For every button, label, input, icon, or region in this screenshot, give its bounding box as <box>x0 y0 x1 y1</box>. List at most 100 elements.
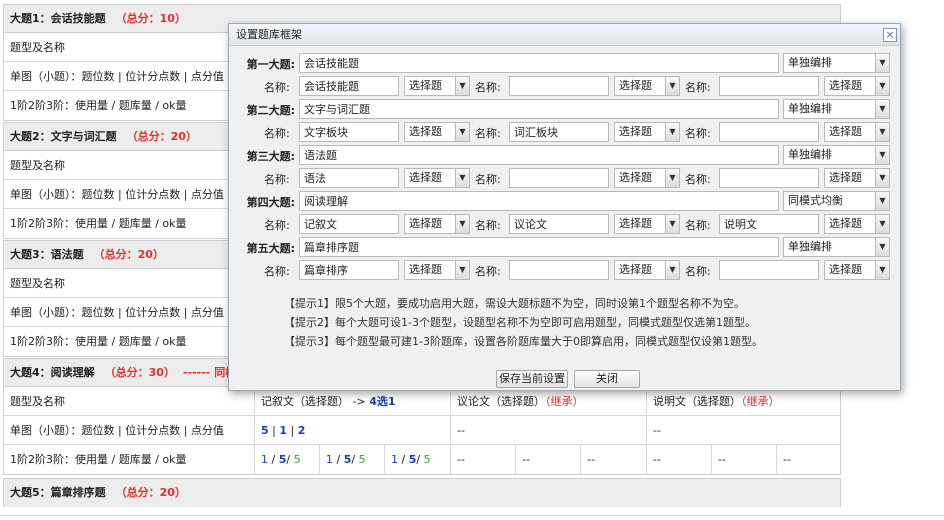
dash-cell: -- <box>580 445 595 474</box>
name-label: 名称: <box>685 265 711 278</box>
tip-2: 【提示2】每个大题可设1-3个题型，设题型名称不为空即可启用题型，同模式题型仅选… <box>284 316 756 329</box>
chevron-down-icon: ▼ <box>875 215 889 233</box>
usage-sep: / <box>401 453 406 466</box>
type-name-input[interactable] <box>299 168 399 188</box>
row-label: 1阶2阶3阶：使用量 / 题库量 / ok量 <box>10 335 187 348</box>
select-value: 选择题 <box>619 263 652 276</box>
name-label: 名称: <box>264 173 290 186</box>
type-name-input[interactable] <box>299 76 399 96</box>
row-label: 单图（小题）：题位数 | 位计分点数 | 点分值 <box>10 306 224 319</box>
section-title-input[interactable] <box>299 53 779 73</box>
chevron-down-icon: ▼ <box>875 77 889 95</box>
dash-cell: -- <box>776 445 791 474</box>
type-name-input[interactable] <box>719 168 819 188</box>
section-title-input[interactable] <box>299 191 779 211</box>
type-name-input[interactable] <box>509 76 609 96</box>
type-select[interactable]: 选择题 ▼ <box>824 122 890 142</box>
name-label: 名称: <box>685 81 711 94</box>
type-select[interactable]: 选择题 ▼ <box>824 214 890 234</box>
section-title: 大题2：文字与词汇题 <box>10 130 117 143</box>
mode-select[interactable]: 单独编排 ▼ <box>783 237 890 257</box>
type-name-input[interactable] <box>719 122 819 142</box>
chevron-down-icon: ▼ <box>455 261 469 279</box>
type-select[interactable]: 选择题 ▼ <box>404 76 470 96</box>
mode-select[interactable]: 同模式均衡 ▼ <box>783 191 890 211</box>
row-label: 单图（小题）：题位数 | 位计分点数 | 点分值 <box>10 70 224 83</box>
type-row-4: 名称: 选择题 ▼ 名称: 选择题 ▼ 名称: 选择题 ▼ <box>229 214 902 236</box>
type-name-input[interactable] <box>299 214 399 234</box>
type-select[interactable]: 选择题 ▼ <box>824 260 890 280</box>
type-name-input[interactable] <box>509 260 609 280</box>
select-value: 选择题 <box>829 217 862 230</box>
section-title-input[interactable] <box>299 99 779 119</box>
type-select[interactable]: 选择题 ▼ <box>614 260 680 280</box>
type-select[interactable]: 选择题 ▼ <box>404 168 470 188</box>
select-value: 单独编排 <box>788 148 832 161</box>
chevron-down-icon: ▼ <box>455 123 469 141</box>
type-name-input[interactable] <box>509 122 609 142</box>
type-row-3: 名称: 选择题 ▼ 名称: 选择题 ▼ 名称: 选择题 ▼ <box>229 168 902 190</box>
type-select[interactable]: 选择题 ▼ <box>404 214 470 234</box>
save-settings-button[interactable]: 保存当前设置 <box>496 370 568 388</box>
type-select[interactable]: 选择题 ▼ <box>824 168 890 188</box>
table-row: 1阶2阶3阶：使用量 / 题库量 / ok量 1 / 5/ 5 1 / 5/ 5… <box>4 445 840 474</box>
divider <box>0 515 944 516</box>
type3-header: 说明文（选择题）（继承） <box>646 387 780 416</box>
dash-cell: -- <box>450 416 465 445</box>
dialog-title-bar[interactable]: 设置题库框架 <box>229 24 900 46</box>
type-select[interactable]: 选择题 ▼ <box>404 122 470 142</box>
type-select[interactable]: 选择题 ▼ <box>404 260 470 280</box>
tips-block: 【提示1】限5个大题，要成功启用大题，需设大题标题不为空，同时设第1个题型名称不… <box>284 294 884 351</box>
type-select[interactable]: 选择题 ▼ <box>824 76 890 96</box>
dash-cell: -- <box>646 445 661 474</box>
type-select[interactable]: 选择题 ▼ <box>614 122 680 142</box>
select-value: 单独编排 <box>788 56 832 69</box>
mode-select[interactable]: 单独编排 ▼ <box>783 53 890 73</box>
select-value: 选择题 <box>619 217 652 230</box>
type-name-input[interactable] <box>299 122 399 142</box>
ok-value: 5 <box>358 453 366 466</box>
chevron-down-icon: ▼ <box>665 123 679 141</box>
row-label: 1阶2阶3阶：使用量 / 题库量 / ok量 <box>10 99 187 112</box>
type-select[interactable]: 选择题 ▼ <box>614 168 680 188</box>
section-title: 大题1：会话技能题 <box>10 12 106 25</box>
select-value: 选择题 <box>829 263 862 276</box>
section-total: （总分：20） <box>93 248 164 261</box>
type2-inherit: （继承） <box>545 395 584 408</box>
name-label: 名称: <box>475 265 501 278</box>
row-label: 1阶2阶3阶：使用量 / 题库量 / ok量 <box>10 453 187 466</box>
select-value: 选择题 <box>829 171 862 184</box>
close-button[interactable]: 关闭 <box>574 370 640 388</box>
type1-kind: （选择题） <box>294 395 349 408</box>
chevron-down-icon: ▼ <box>455 215 469 233</box>
section-title-row-4: 第四大题: 同模式均衡 ▼ <box>229 191 902 213</box>
ok-value: 5 <box>293 453 301 466</box>
section-title-input[interactable] <box>299 145 779 165</box>
mode-select[interactable]: 单独编排 ▼ <box>783 145 890 165</box>
type-name-input[interactable] <box>719 214 819 234</box>
type-name-input[interactable] <box>299 260 399 280</box>
chevron-down-icon: ▼ <box>455 169 469 187</box>
type3-name: 说明文 <box>653 395 686 408</box>
type-name-input[interactable] <box>509 214 609 234</box>
name-label: 名称: <box>685 219 711 232</box>
section-label: 第二大题: <box>246 104 295 117</box>
dash-cell: -- <box>515 445 530 474</box>
name-label: 名称: <box>685 127 711 140</box>
dash-cell: -- <box>450 445 465 474</box>
row-label: 1阶2阶3阶：使用量 / 题库量 / ok量 <box>10 217 187 230</box>
type-name-input[interactable] <box>719 260 819 280</box>
type-name-input[interactable] <box>509 168 609 188</box>
section-total: （总分：20） <box>126 130 197 143</box>
dash-cell: -- <box>711 445 726 474</box>
type-select[interactable]: 选择题 ▼ <box>614 76 680 96</box>
type-name-input[interactable] <box>719 76 819 96</box>
chevron-down-icon: ▼ <box>665 169 679 187</box>
close-icon[interactable]: × <box>883 28 897 42</box>
mode-select[interactable]: 单独编排 ▼ <box>783 99 890 119</box>
select-value: 选择题 <box>619 125 652 138</box>
type-select[interactable]: 选择题 ▼ <box>614 214 680 234</box>
select-value: 选择题 <box>619 79 652 92</box>
section-title-input[interactable] <box>299 237 779 257</box>
type1-header: 记叙文（选择题） -> 4选1 <box>254 387 396 416</box>
